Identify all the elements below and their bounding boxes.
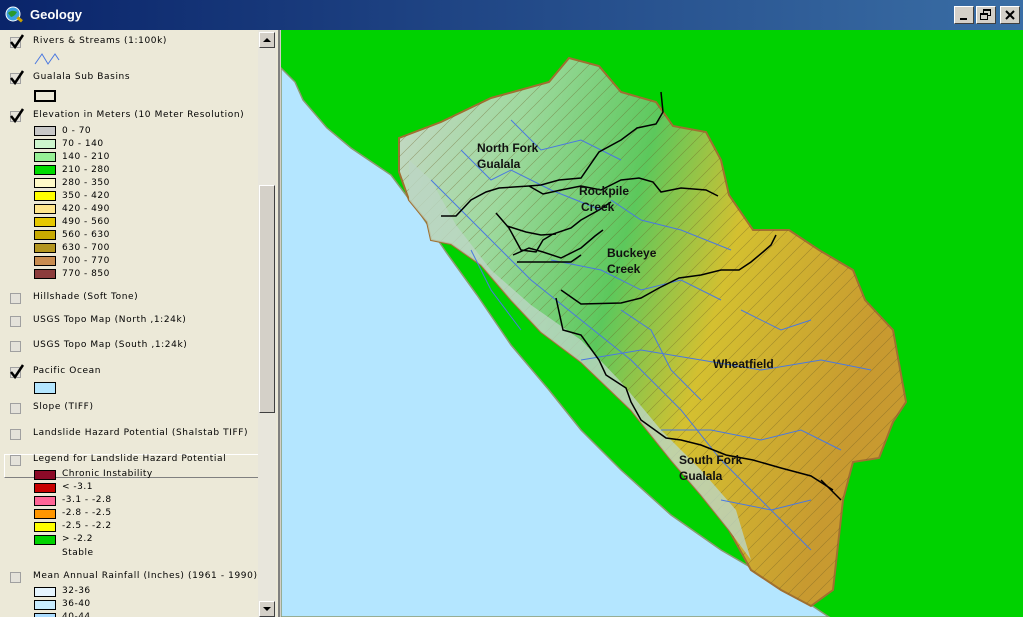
checkmark-icon xyxy=(10,70,25,86)
layer-label: Pacific Ocean xyxy=(33,366,102,376)
legend-swatch xyxy=(34,152,56,162)
table-of-contents: Rivers & Streams (1:100k) Gualala Sub Ba… xyxy=(0,30,280,617)
legend-swatch xyxy=(34,600,56,610)
legend-label: 630 - 700 xyxy=(62,243,110,253)
title-bar[interactable]: Geology xyxy=(0,0,1023,30)
layer-checkbox[interactable] xyxy=(10,341,21,352)
legend-label: -2.8 - -2.5 xyxy=(62,508,112,518)
legend-label: 70 - 140 xyxy=(62,139,104,149)
map-label-north-fork-2: Gualala xyxy=(477,157,521,171)
legend-swatch xyxy=(34,613,56,617)
legend-label: -3.1 - -2.8 xyxy=(62,495,112,505)
layer-checkbox[interactable] xyxy=(10,316,21,327)
map-label-rockpile-2: Creek xyxy=(581,200,615,214)
map-label-buckeye: Buckeye xyxy=(607,246,657,260)
legend-swatch xyxy=(34,204,56,214)
layer-label: Landslide Hazard Potential (Shalstab TIF… xyxy=(33,428,249,438)
legend-swatch xyxy=(34,230,56,240)
layer-checkbox[interactable] xyxy=(10,429,21,440)
layer-checkbox[interactable] xyxy=(10,364,25,380)
legend-label: 770 - 850 xyxy=(62,269,110,279)
legend-swatch xyxy=(34,269,56,279)
legend-label: 420 - 490 xyxy=(62,204,110,214)
layer-checkbox[interactable] xyxy=(10,572,21,583)
legend-label: < -3.1 xyxy=(62,482,93,492)
legend-label: 560 - 630 xyxy=(62,230,110,240)
legend-label: 280 - 350 xyxy=(62,178,110,188)
layer-label: Hillshade (Soft Tone) xyxy=(33,292,139,302)
map-label-south-fork: South Fork xyxy=(679,453,743,467)
legend-label: 700 - 770 xyxy=(62,256,110,266)
map-label-buckeye-2: Creek xyxy=(607,262,641,276)
legend-label: > -2.2 xyxy=(62,534,93,544)
scroll-thumb[interactable] xyxy=(259,185,275,413)
layer-label: Mean Annual Rainfall (Inches) (1961 - 19… xyxy=(33,571,258,581)
legend-label: 490 - 560 xyxy=(62,217,110,227)
layer-label: Rivers & Streams (1:100k) xyxy=(33,36,168,46)
layer-checkbox[interactable] xyxy=(10,403,21,414)
layer-checkbox[interactable] xyxy=(10,70,25,86)
window-title: Geology xyxy=(30,7,83,22)
restore-button[interactable] xyxy=(976,6,996,24)
legend-label: -2.5 - -2.2 xyxy=(62,521,112,531)
legend-label: 40-44 xyxy=(62,612,91,617)
legend-swatch xyxy=(34,509,56,519)
legend-swatch xyxy=(34,178,56,188)
layer-label: Legend for Landslide Hazard Potential xyxy=(33,454,227,464)
legend-label: 350 - 420 xyxy=(62,191,110,201)
legend-swatch xyxy=(34,165,56,175)
layer-checkbox[interactable] xyxy=(10,455,21,466)
close-button[interactable] xyxy=(1000,6,1020,24)
legend-swatch xyxy=(34,191,56,201)
map-label-rockpile: Rockpile xyxy=(579,184,629,198)
map-label-wheatfield: Wheatfield xyxy=(713,357,774,371)
globe-app-icon xyxy=(5,6,23,23)
legend-label: 140 - 210 xyxy=(62,152,110,162)
legend-swatch xyxy=(34,483,56,493)
legend-swatch xyxy=(34,256,56,266)
checkmark-icon xyxy=(10,108,25,124)
legend-header: Chronic Instability xyxy=(62,469,153,479)
legend-swatch xyxy=(34,470,56,480)
scroll-up-button[interactable] xyxy=(259,32,275,48)
legend-label: 36-40 xyxy=(62,599,91,609)
layer-label: Gualala Sub Basins xyxy=(33,72,131,82)
map-canvas: North Fork Gualala Rockpile Creek Buckey… xyxy=(281,56,908,617)
legend-swatch xyxy=(34,243,56,253)
map-view[interactable]: North Fork Gualala Rockpile Creek Buckey… xyxy=(281,30,1023,617)
minimize-button[interactable] xyxy=(954,6,974,24)
ocean-swatch xyxy=(34,382,56,394)
layer-label: USGS Topo Map (North ,1:24k) xyxy=(33,315,187,325)
stream-line-symbol-icon xyxy=(34,53,60,65)
basin-outline-symbol xyxy=(34,90,56,102)
layer-checkbox[interactable] xyxy=(10,108,25,124)
layer-checkbox[interactable] xyxy=(10,293,21,304)
close-icon xyxy=(1005,10,1015,20)
legend-swatch xyxy=(34,522,56,532)
checkmark-icon xyxy=(10,364,25,380)
legend-swatch xyxy=(34,496,56,506)
map-label-north-fork: North Fork xyxy=(477,141,539,155)
restore-icon xyxy=(980,9,991,20)
arrow-down-icon xyxy=(263,607,271,611)
legend-swatch xyxy=(34,587,56,597)
legend-label: 210 - 280 xyxy=(62,165,110,175)
layer-label: USGS Topo Map (South ,1:24k) xyxy=(33,340,188,350)
legend-swatch xyxy=(34,535,56,545)
arrow-up-icon xyxy=(263,38,271,42)
legend-footer: Stable xyxy=(62,548,94,558)
scroll-down-button[interactable] xyxy=(259,601,275,617)
toc-scrollbar[interactable] xyxy=(258,30,276,617)
layer-checkbox[interactable] xyxy=(10,34,25,50)
legend-swatch xyxy=(34,217,56,227)
legend-label: 0 - 70 xyxy=(62,126,92,136)
legend-swatch xyxy=(34,126,56,136)
checkmark-icon xyxy=(10,34,25,50)
legend-label: 32-36 xyxy=(62,586,91,596)
map-label-south-fork-2: Gualala xyxy=(679,469,723,483)
layer-label: Elevation in Meters (10 Meter Resolution… xyxy=(33,110,245,120)
layer-label: Slope (TIFF) xyxy=(33,402,94,412)
legend-swatch xyxy=(34,139,56,149)
minimize-icon xyxy=(960,18,967,20)
